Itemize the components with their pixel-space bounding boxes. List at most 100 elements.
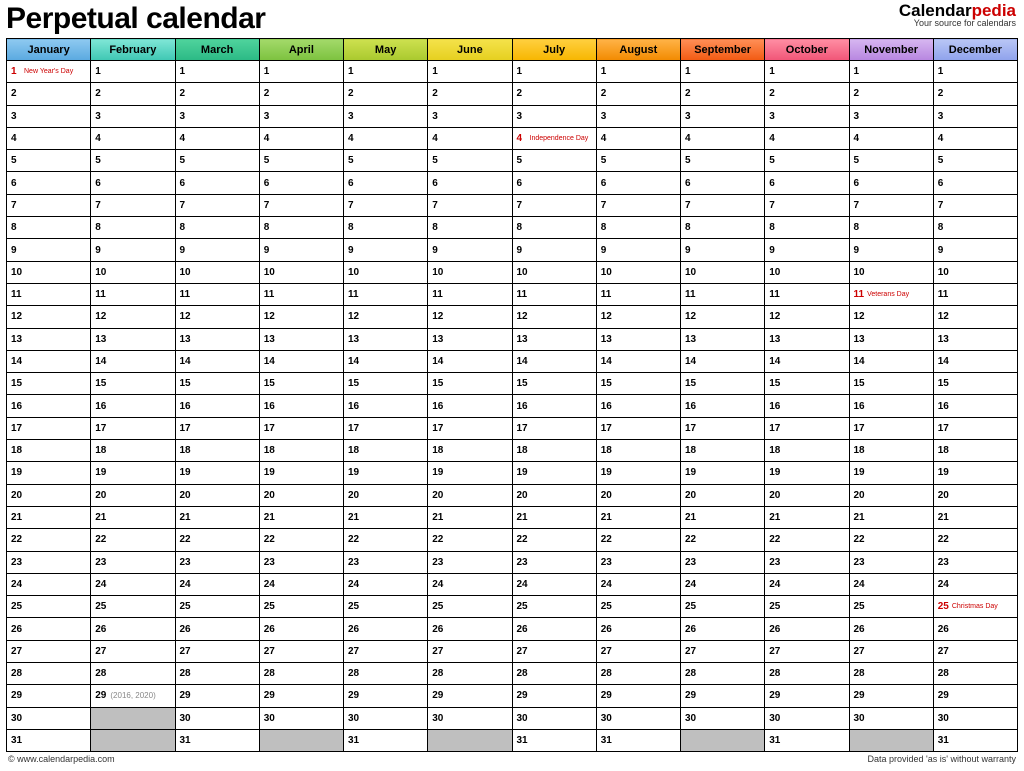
day-cell: 9: [91, 239, 175, 261]
day-cell: 15: [259, 373, 343, 395]
day-cell: 3: [512, 105, 596, 127]
calendar-table: JanuaryFebruaryMarchAprilMayJuneJulyAugu…: [6, 38, 1018, 752]
day-cell: 27: [849, 640, 933, 662]
day-cell: 6: [681, 172, 765, 194]
day-cell: 12: [259, 306, 343, 328]
day-cell: 28: [933, 663, 1017, 685]
day-cell: 5: [765, 150, 849, 172]
brand-tagline: Your source for calendars: [899, 19, 1016, 28]
day-cell: 15: [344, 373, 428, 395]
day-cell: 21: [7, 506, 91, 528]
day-cell: 12: [681, 306, 765, 328]
day-cell: 8: [259, 217, 343, 239]
day-cell: 27: [428, 640, 512, 662]
day-cell: 12: [175, 306, 259, 328]
day-cell: 30: [933, 707, 1017, 729]
day-cell: 6: [7, 172, 91, 194]
day-cell: 22: [596, 529, 680, 551]
day-cell: 23: [596, 551, 680, 573]
day-cell: 25: [175, 596, 259, 618]
day-cell: 22: [849, 529, 933, 551]
day-cell: 19: [428, 462, 512, 484]
day-cell: 4: [7, 127, 91, 149]
day-cell: 13: [7, 328, 91, 350]
day-cell: 3: [7, 105, 91, 127]
day-cell: 19: [765, 462, 849, 484]
day-cell: 28: [596, 663, 680, 685]
day-cell: 29: [765, 685, 849, 707]
day-cell: 21: [91, 506, 175, 528]
day-cell: 17: [91, 417, 175, 439]
day-cell: 18: [512, 440, 596, 462]
day-cell: 24: [512, 573, 596, 595]
day-cell: 26: [681, 618, 765, 640]
day-cell: 5: [7, 150, 91, 172]
day-cell: 19: [512, 462, 596, 484]
day-cell: 18: [428, 440, 512, 462]
day-cell: 24: [7, 573, 91, 595]
day-cell: 25: [765, 596, 849, 618]
day-cell: 4: [765, 127, 849, 149]
day-cell: 27: [259, 640, 343, 662]
day-cell: 13: [175, 328, 259, 350]
day-cell: 26: [428, 618, 512, 640]
day-cell: 1: [344, 61, 428, 83]
day-cell: 29: [681, 685, 765, 707]
day-cell: 14: [91, 350, 175, 372]
day-cell: 24: [765, 573, 849, 595]
day-cell: 4: [428, 127, 512, 149]
day-cell: 22: [7, 529, 91, 551]
day-cell: 12: [428, 306, 512, 328]
day-cell: 21: [596, 506, 680, 528]
day-cell: 8: [344, 217, 428, 239]
day-cell: 5: [175, 150, 259, 172]
day-cell: 17: [596, 417, 680, 439]
day-cell: 25: [344, 596, 428, 618]
day-cell: 11: [259, 283, 343, 305]
day-cell: 9: [596, 239, 680, 261]
day-cell: 9: [259, 239, 343, 261]
day-cell: 2: [933, 83, 1017, 105]
day-cell: 28: [7, 663, 91, 685]
day-cell: 22: [175, 529, 259, 551]
day-cell: 20: [7, 484, 91, 506]
day-cell: 4: [596, 127, 680, 149]
footer-left: © www.calendarpedia.com: [8, 754, 115, 764]
day-cell: 4: [175, 127, 259, 149]
day-cell: 16: [596, 395, 680, 417]
day-cell: 13: [596, 328, 680, 350]
day-cell: 4Independence Day: [512, 127, 596, 149]
day-cell: 13: [344, 328, 428, 350]
day-cell: 17: [512, 417, 596, 439]
day-cell: 1: [765, 61, 849, 83]
day-cell: 10: [344, 261, 428, 283]
day-cell: 15: [428, 373, 512, 395]
day-cell: 7: [7, 194, 91, 216]
day-cell: 5: [259, 150, 343, 172]
day-cell: 6: [259, 172, 343, 194]
day-cell: 26: [91, 618, 175, 640]
day-cell: 13: [849, 328, 933, 350]
day-cell: 9: [7, 239, 91, 261]
day-cell: 14: [765, 350, 849, 372]
day-cell: 30: [7, 707, 91, 729]
day-cell: 13: [259, 328, 343, 350]
day-cell: 7: [849, 194, 933, 216]
day-cell: 23: [344, 551, 428, 573]
day-cell: 10: [849, 261, 933, 283]
day-cell: 18: [681, 440, 765, 462]
day-cell: 14: [933, 350, 1017, 372]
day-cell: 18: [849, 440, 933, 462]
day-cell: 19: [91, 462, 175, 484]
day-cell: 17: [344, 417, 428, 439]
day-cell: 24: [596, 573, 680, 595]
day-cell: 15: [849, 373, 933, 395]
day-cell: 25: [596, 596, 680, 618]
day-cell: 3: [175, 105, 259, 127]
day-cell: 1: [428, 61, 512, 83]
day-cell: 20: [596, 484, 680, 506]
day-cell: 14: [259, 350, 343, 372]
day-cell: 6: [91, 172, 175, 194]
day-cell: 30: [344, 707, 428, 729]
day-cell: 5: [849, 150, 933, 172]
